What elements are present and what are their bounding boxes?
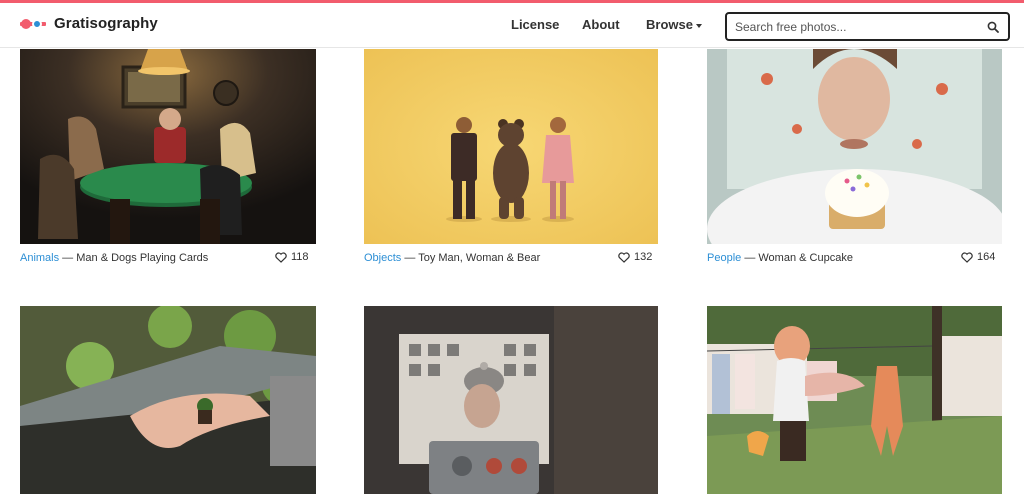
search-input[interactable]	[735, 18, 975, 36]
nav-browse-label: Browse	[646, 17, 693, 32]
caret-down-icon	[695, 23, 702, 28]
like-count: 132	[634, 251, 653, 263]
search-icon[interactable]	[987, 21, 999, 33]
like-counter[interactable]: 118	[275, 251, 309, 263]
nav-license-link[interactable]: License	[511, 17, 559, 32]
photo-thumbnail[interactable]	[20, 306, 316, 494]
category-link[interactable]: Animals	[20, 252, 59, 264]
search-box	[725, 12, 1010, 41]
nav-about-link[interactable]: About	[582, 17, 620, 32]
category-link[interactable]: Objects	[364, 252, 401, 264]
heart-icon	[618, 251, 630, 263]
photo-thumbnail[interactable]	[364, 49, 658, 244]
photo-thumbnail[interactable]	[20, 49, 316, 244]
photo-caption: Animals — Man & Dogs Playing Cards	[20, 252, 208, 264]
heart-icon	[275, 251, 287, 263]
like-count: 118	[291, 251, 309, 263]
photo-thumbnail[interactable]	[364, 306, 658, 494]
photo-caption: People — Woman & Cupcake	[707, 252, 853, 264]
photo-title: — Man & Dogs Playing Cards	[59, 252, 209, 264]
like-count: 164	[977, 251, 996, 263]
photo-title: — Toy Man, Woman & Bear	[401, 252, 541, 264]
category-link[interactable]: People	[707, 252, 741, 264]
photo-caption: Objects — Toy Man, Woman & Bear	[364, 252, 540, 264]
heart-icon	[961, 251, 973, 263]
site-header: Gratisography License About Browse	[0, 3, 1024, 48]
nav-browse-dropdown[interactable]: Browse	[646, 17, 702, 32]
photo-title: — Woman & Cupcake	[741, 252, 853, 264]
like-counter[interactable]: 132	[618, 251, 652, 263]
like-counter[interactable]: 164	[961, 251, 995, 263]
photo-thumbnail[interactable]	[707, 49, 1002, 244]
photo-thumbnail[interactable]	[707, 306, 1002, 494]
